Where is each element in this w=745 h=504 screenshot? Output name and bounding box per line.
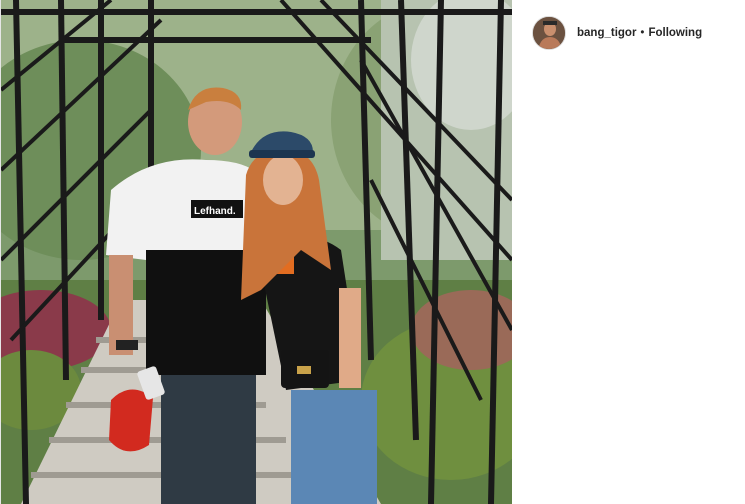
post-header: bang_tigor • Following xyxy=(532,16,702,50)
avatar-icon xyxy=(533,17,565,49)
shirt-logo: Lefhand. xyxy=(194,206,236,217)
header-separator: • xyxy=(640,27,645,39)
post-photo-illustration: Lefhand. xyxy=(1,0,512,504)
post-side-panel: bang_tigor • Following xyxy=(512,0,745,504)
profile-avatar[interactable] xyxy=(532,16,566,50)
instagram-post: Lefhand. bang_tigor • Following xyxy=(0,0,745,504)
username-link[interactable]: bang_tigor xyxy=(577,27,636,39)
post-photo[interactable]: Lefhand. xyxy=(1,0,512,504)
following-button[interactable]: Following xyxy=(648,27,702,39)
